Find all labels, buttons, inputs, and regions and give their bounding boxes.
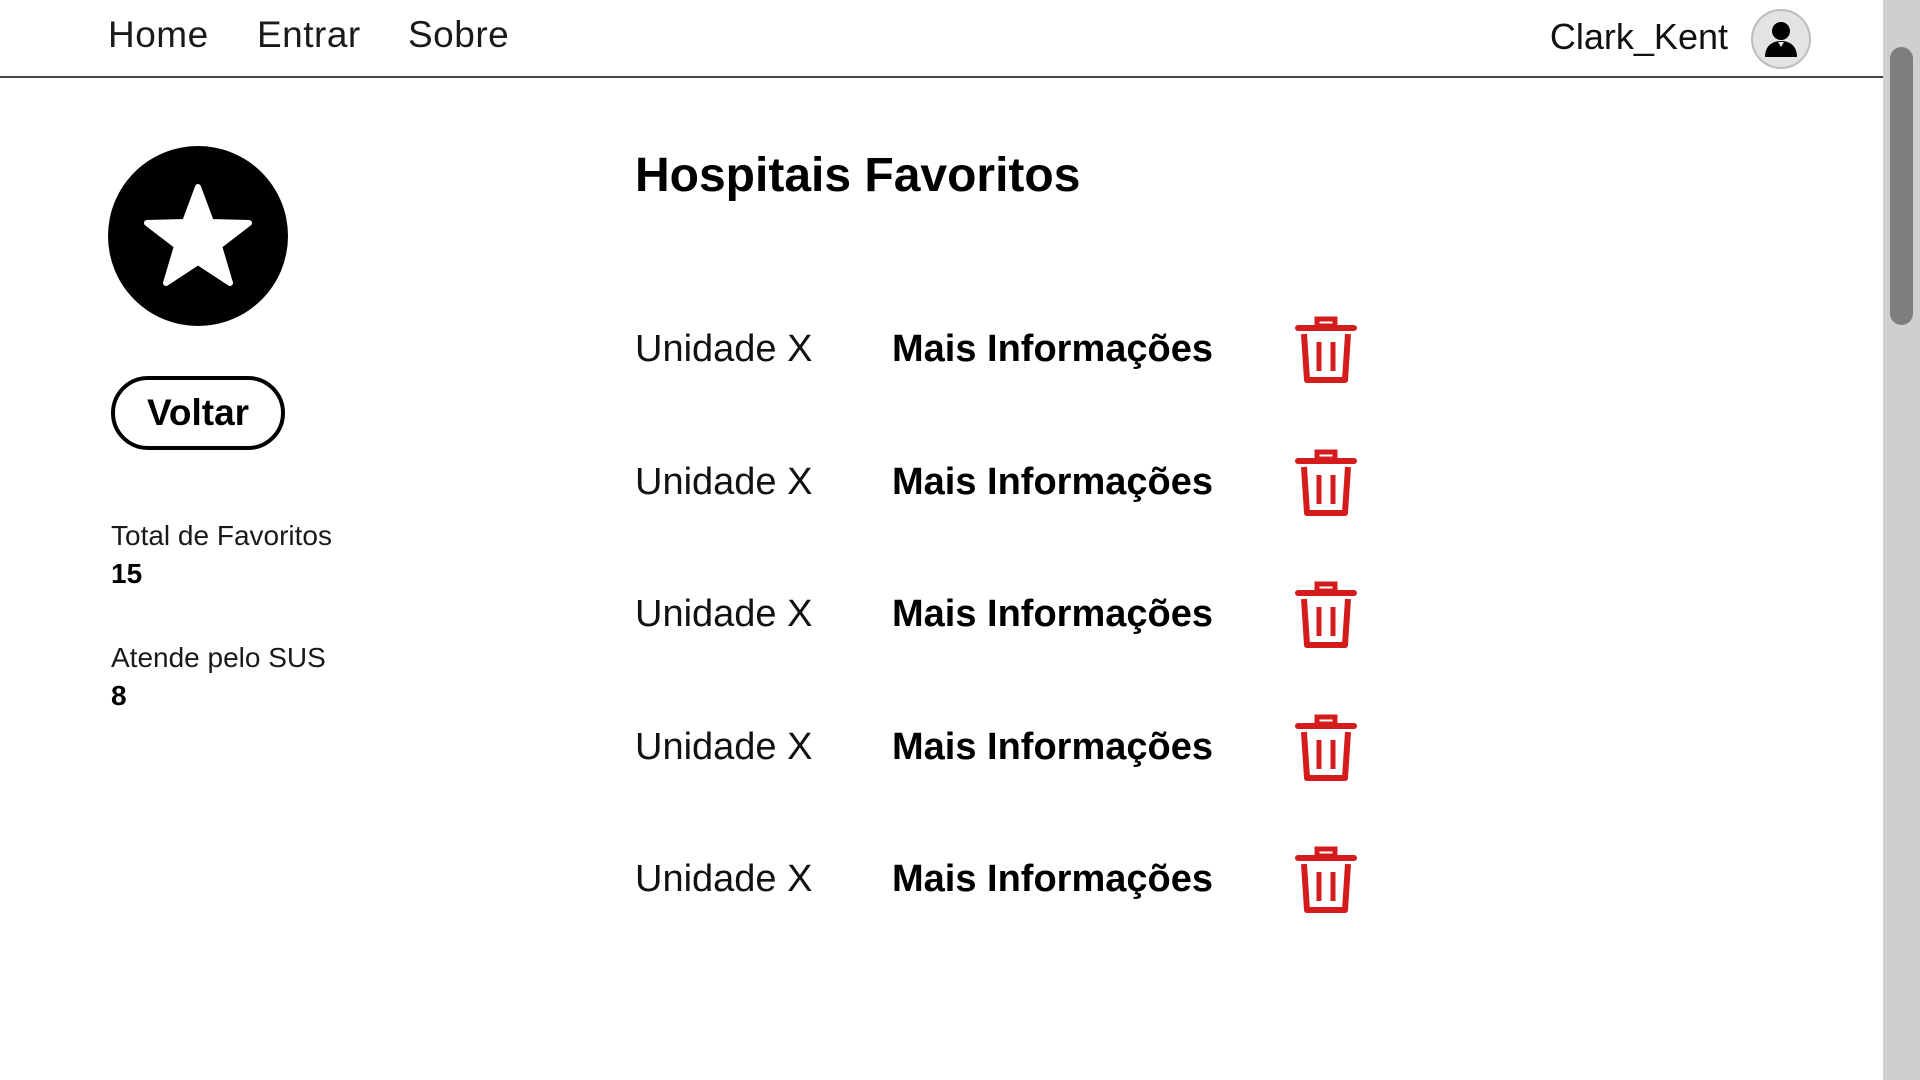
nav-link-sobre[interactable]: Sobre (408, 14, 509, 56)
more-info-link[interactable]: Mais Informações (892, 593, 1213, 636)
hospital-name: Unidade X (635, 461, 813, 503)
favorite-row: Unidade X Mais Informações (635, 308, 1395, 388)
back-button[interactable]: Voltar (111, 376, 285, 450)
favorite-row: Unidade X Mais Informações (635, 573, 1395, 653)
page-title: Hospitais Favoritos (635, 149, 1081, 202)
more-info-link[interactable]: Mais Informações (892, 726, 1213, 769)
trash-icon[interactable] (1295, 714, 1357, 782)
user-icon (1765, 22, 1797, 57)
stat-label-total-favorites: Total de Favoritos (111, 520, 332, 551)
stat-value-sus: 8 (111, 680, 127, 711)
hospital-name: Unidade X (635, 593, 813, 635)
hospital-name: Unidade X (635, 726, 813, 768)
favorite-row: Unidade X Mais Informações (635, 441, 1395, 521)
trash-icon[interactable] (1295, 449, 1357, 517)
scrollbar-thumb[interactable] (1890, 47, 1913, 325)
avatar[interactable] (1751, 9, 1811, 69)
top-nav-bar: Home Entrar Sobre Clark_Kent (0, 0, 1883, 78)
page: Home Entrar Sobre Clark_Kent Voltar Tota… (0, 0, 1920, 1080)
scrollbar-track[interactable] (1883, 0, 1920, 1080)
more-info-link[interactable]: Mais Informações (892, 858, 1213, 901)
favorites-star-badge (108, 146, 288, 326)
hospital-name: Unidade X (635, 858, 813, 900)
trash-icon[interactable] (1295, 581, 1357, 649)
trash-icon[interactable] (1295, 316, 1357, 384)
trash-icon[interactable] (1295, 846, 1357, 914)
nav-link-home[interactable]: Home (108, 14, 209, 56)
star-icon (144, 184, 252, 286)
favorite-row: Unidade X Mais Informações (635, 838, 1395, 918)
stat-label-sus: Atende pelo SUS (111, 642, 326, 673)
nav-link-entrar[interactable]: Entrar (257, 14, 361, 56)
more-info-link[interactable]: Mais Informações (892, 328, 1213, 371)
favorite-row: Unidade X Mais Informações (635, 706, 1395, 786)
stat-value-total-favorites: 15 (111, 558, 143, 589)
username[interactable]: Clark_Kent (1550, 16, 1728, 58)
hospital-name: Unidade X (635, 328, 813, 370)
more-info-link[interactable]: Mais Informações (892, 461, 1213, 504)
